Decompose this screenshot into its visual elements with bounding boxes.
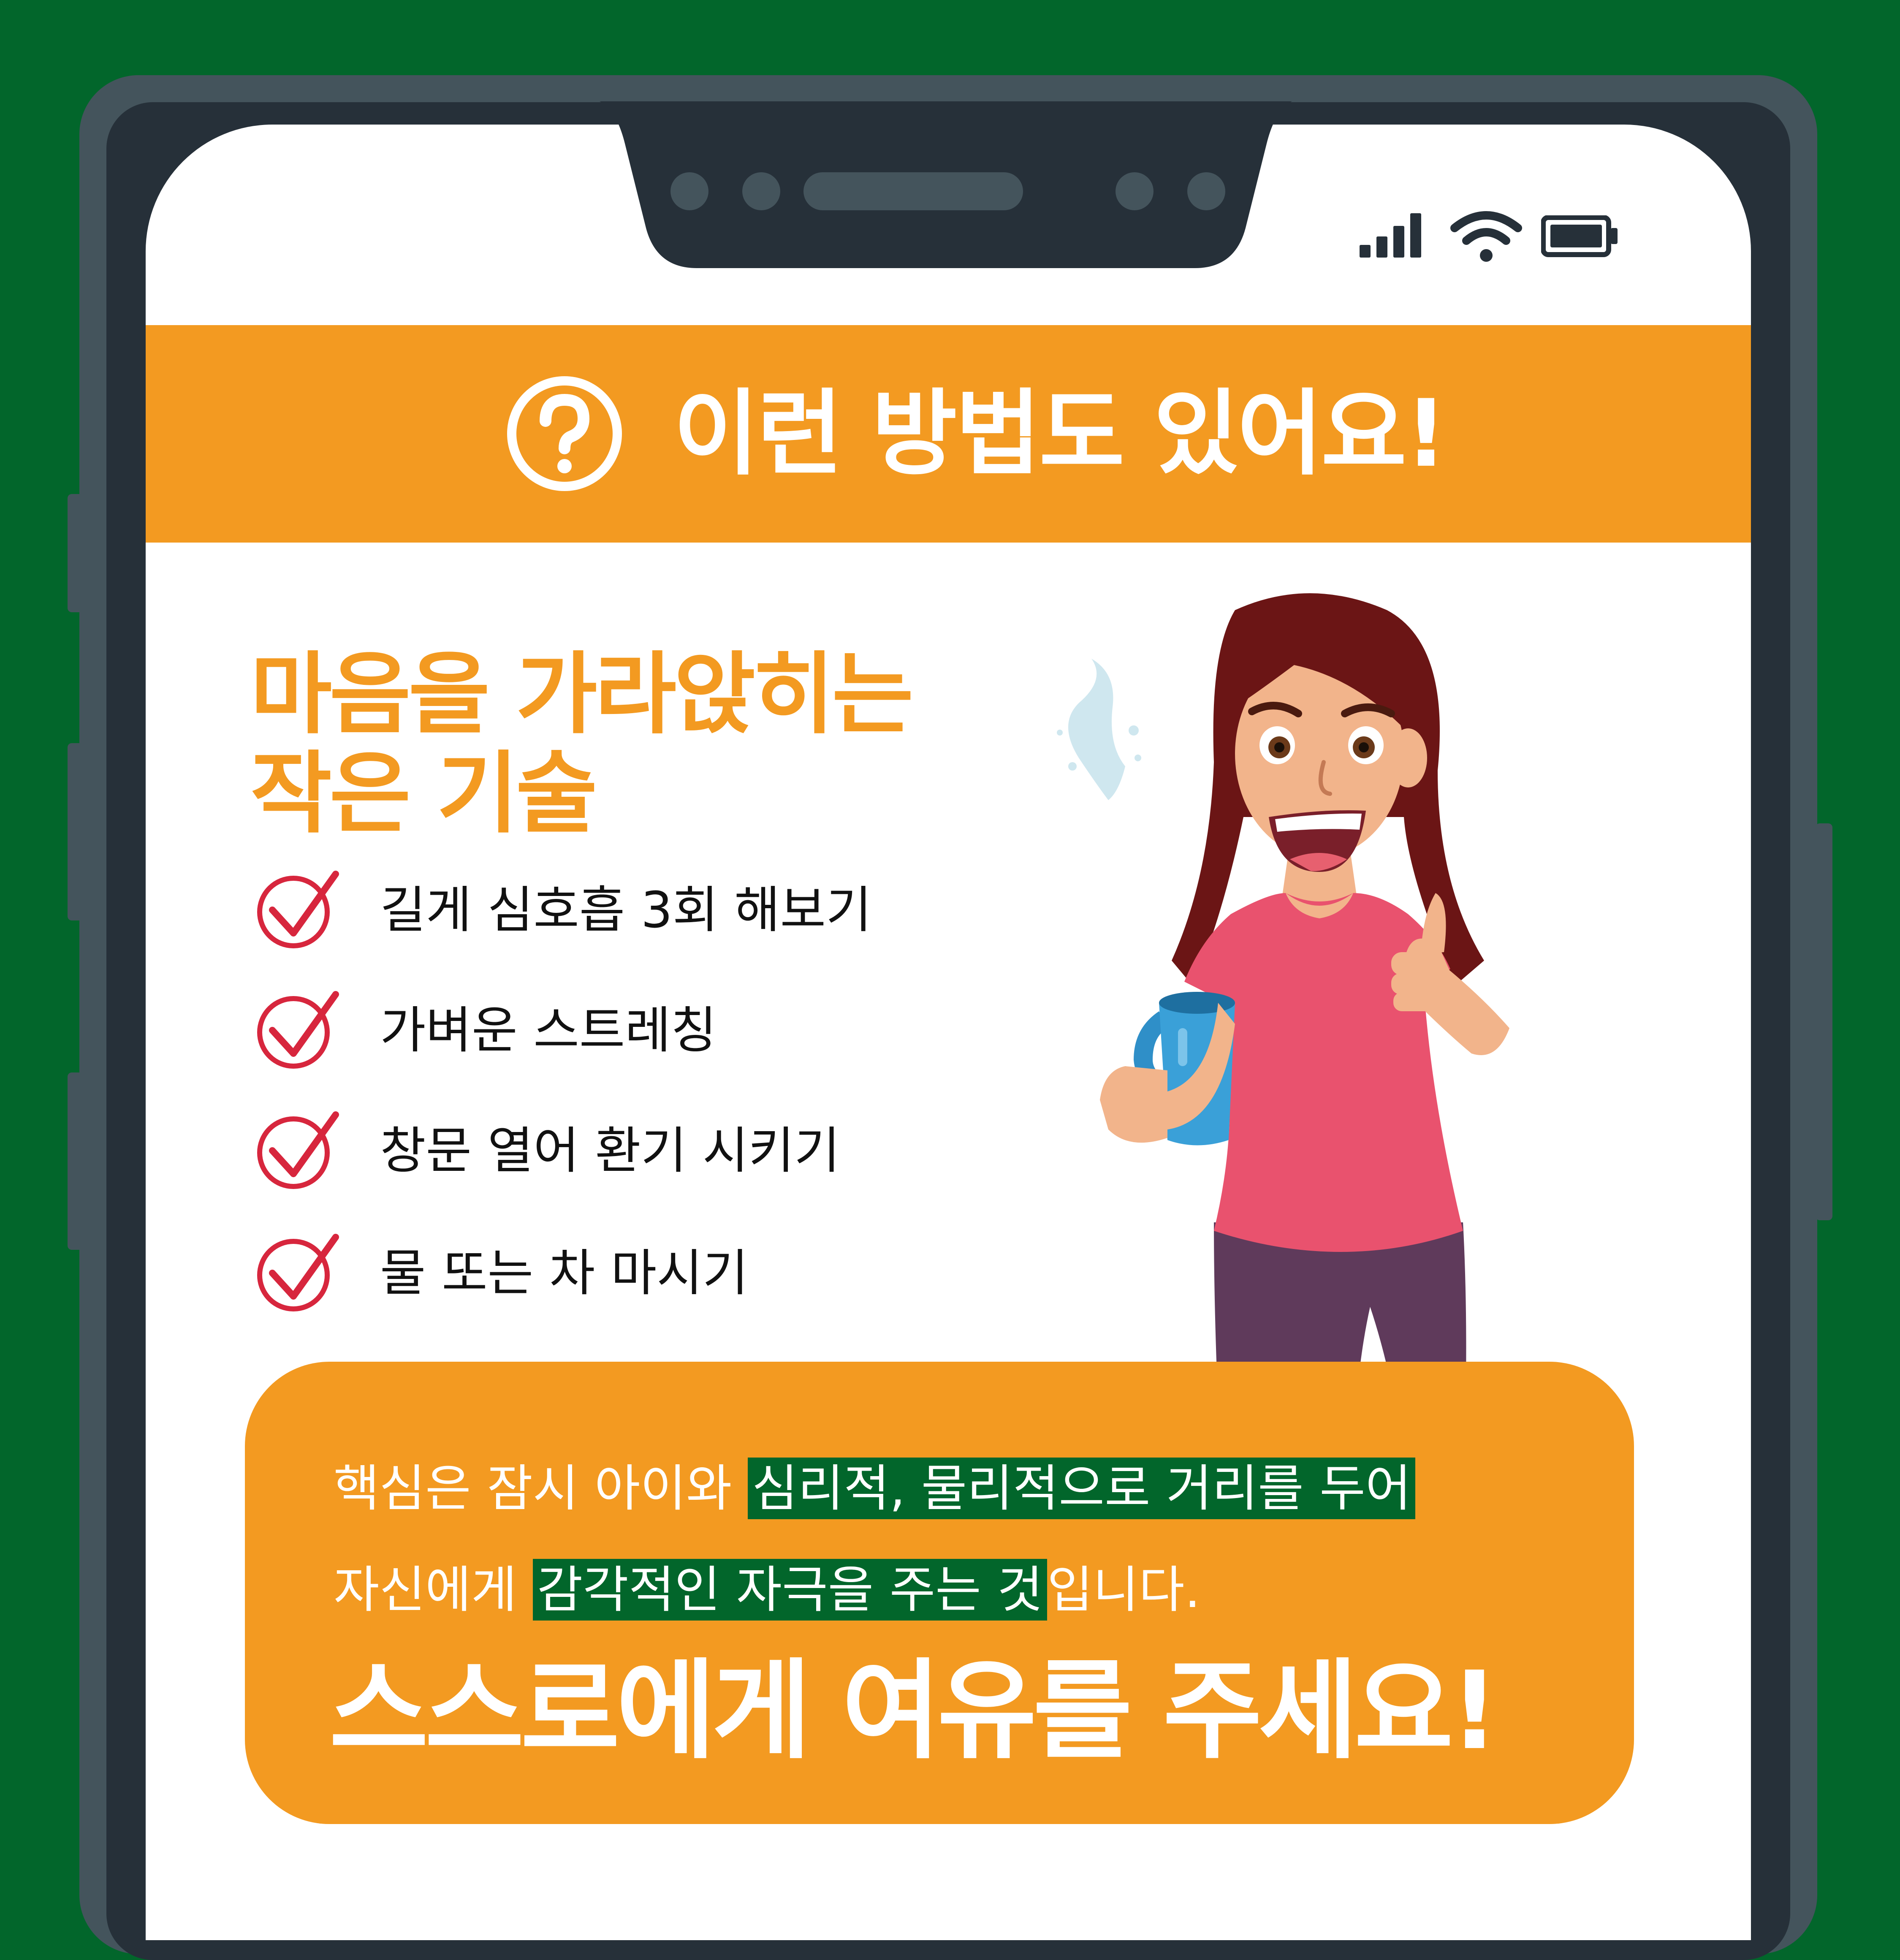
header-banner: 이런 방법도 있어요! [146,325,1751,543]
mute-switch [68,1072,84,1250]
volume-down-button [68,743,84,920]
steam-icon [1057,659,1141,800]
check-circle-icon [257,871,339,948]
section-title-line1: 마음을 가라앉히는 [250,643,914,746]
message-card: 핵심은 잠시 아이와 심리적, 물리적으로 거리를 두어 자신에게 감각적인 자… [245,1362,1634,1824]
section-title-line2: 작은 기술 [250,742,597,845]
checklist-item-text: 가벼운 스트레칭 [380,1001,717,1059]
page-title: 이런 방법도 있어요! [673,380,1447,488]
power-button [1816,823,1832,1220]
message-highlight: 감각적인 자극을 주는 것 [532,1559,1047,1621]
message-text: 입니다. [1047,1561,1201,1619]
message-text: 자신에게 [334,1561,533,1619]
call-to-action-text: 스스로에게 여유를 주세요! [329,1648,1499,1774]
message-highlight: 심리적, 물리적으로 거리를 두어 [748,1458,1416,1519]
check-circle-icon [257,1234,339,1311]
wifi-icon [1450,211,1522,262]
message-line-1: 핵심은 잠시 아이와 심리적, 물리적으로 거리를 두어 [334,1458,1416,1519]
phone-screen: 이런 방법도 있어요! 마음을 가라앉히는 작은 기술 길게 심호흡 3회 해보… [146,125,1751,1940]
signal-icon [1360,213,1421,258]
check-circle-icon [257,991,339,1069]
battery-icon [1541,215,1618,257]
checklist-item-text: 길게 심호흡 3회 해보기 [380,881,872,939]
check-circle-icon [257,1111,339,1189]
message-line-2: 자신에게 감각적인 자극을 주는 것입니다. [334,1559,1201,1621]
checklist-item-text: 창문 열어 환기 시키기 [380,1121,840,1180]
phone-notch [600,101,1292,268]
message-text: 핵심은 잠시 아이와 [334,1459,748,1518]
volume-up-button [68,494,84,612]
question-circle-icon [507,376,622,491]
checklist-item-text: 물 또는 차 마시기 [380,1244,749,1302]
woman-with-mug-illustration [1057,593,1509,1488]
